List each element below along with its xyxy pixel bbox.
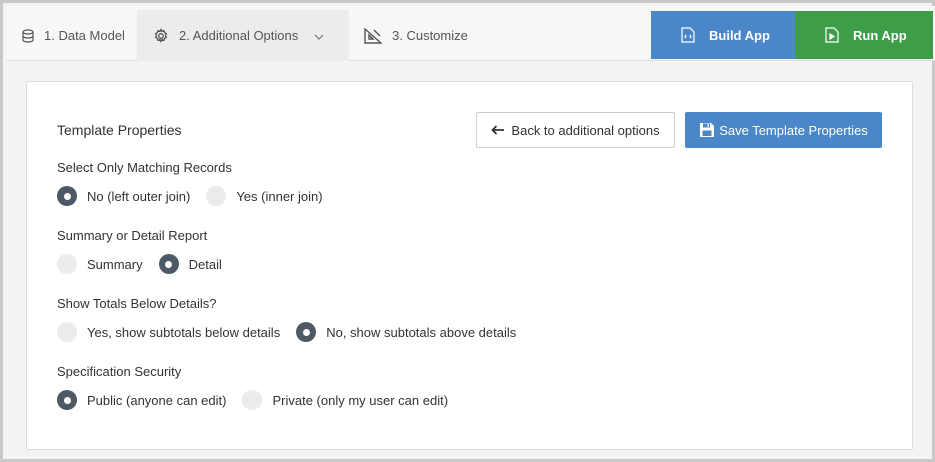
radio-label: Private (only my user can edit): [272, 392, 449, 408]
save-button-label: Save Template Properties: [719, 122, 868, 138]
radio-button[interactable]: [242, 390, 263, 410]
step-customize[interactable]: 3. Customize: [364, 10, 468, 61]
gear-icon: [153, 27, 169, 44]
run-app-label: Run App: [853, 27, 907, 43]
radio-button[interactable]: [206, 186, 227, 206]
floppy-disk-icon: [699, 122, 715, 138]
radio-label: Summary: [87, 256, 143, 272]
run-app-button[interactable]: Run App: [795, 11, 933, 59]
back-button-label: Back to additional options: [511, 122, 660, 138]
radio-button-checked[interactable]: [158, 254, 179, 274]
radio-option-inner-join[interactable]: Yes (inner join): [206, 186, 323, 206]
security-radio-group: Public (anyone can edit) Private (only m…: [57, 390, 464, 410]
step-label: 2. Additional Options: [179, 28, 299, 43]
card-title: Template Properties: [57, 122, 182, 138]
save-button[interactable]: Save Template Properties: [685, 112, 882, 148]
radio-option-subtotals-below[interactable]: Yes, show subtotals below details: [57, 322, 280, 342]
radio-option-detail[interactable]: Detail: [158, 254, 222, 274]
step-additional-options[interactable]: 2. Additional Options: [137, 10, 349, 61]
database-icon: [22, 28, 34, 43]
step-data-model[interactable]: 1. Data Model: [22, 10, 125, 61]
step-label: 3. Customize: [392, 28, 468, 43]
build-app-label: Build App: [709, 27, 770, 43]
radio-option-public[interactable]: Public (anyone can edit): [57, 390, 226, 410]
chevron-down-icon: [314, 28, 324, 43]
radio-button-checked[interactable]: [296, 322, 317, 342]
radio-label: Detail: [188, 256, 222, 272]
matching-records-label: Select Only Matching Records: [57, 160, 232, 175]
report-type-label: Summary or Detail Report: [57, 228, 208, 243]
back-button[interactable]: Back to additional options: [476, 112, 675, 148]
radio-button[interactable]: [57, 322, 77, 342]
radio-label: Public (anyone can edit): [87, 392, 227, 408]
step-label: 1. Data Model: [44, 28, 125, 43]
play-file-icon: [825, 27, 839, 43]
arrow-left-icon: [491, 125, 505, 135]
radio-option-summary[interactable]: Summary: [57, 254, 143, 274]
design-tools-icon: [364, 27, 382, 44]
radio-button[interactable]: [57, 254, 77, 274]
code-file-icon: [681, 27, 695, 43]
report-type-radio-group: Summary Detail: [57, 254, 238, 274]
app-frame: 1. Data Model 2. Additional Options 3. C…: [0, 0, 935, 462]
totals-position-radio-group: Yes, show subtotals below details No, sh…: [57, 322, 532, 342]
wizard-nav: 1. Data Model 2. Additional Options 3. C…: [6, 6, 935, 61]
radio-option-subtotals-above[interactable]: No, show subtotals above details: [296, 322, 516, 342]
radio-label: No, show subtotals above details: [326, 324, 517, 340]
template-properties-card: Template Properties Back to additional o…: [26, 81, 913, 450]
build-app-button[interactable]: Build App: [651, 11, 795, 59]
matching-records-radio-group: No (left outer join) Yes (inner join): [57, 186, 339, 206]
radio-label: Yes (inner join): [236, 188, 323, 204]
security-label: Specification Security: [57, 364, 182, 379]
radio-button-checked[interactable]: [57, 186, 77, 206]
radio-option-private[interactable]: Private (only my user can edit): [242, 390, 448, 410]
radio-label: No (left outer join): [87, 188, 191, 204]
totals-position-label: Show Totals Below Details?: [57, 296, 217, 311]
radio-button-checked[interactable]: [57, 390, 77, 410]
radio-label: Yes, show subtotals below details: [87, 324, 281, 340]
radio-option-left-outer-join[interactable]: No (left outer join): [57, 186, 190, 206]
